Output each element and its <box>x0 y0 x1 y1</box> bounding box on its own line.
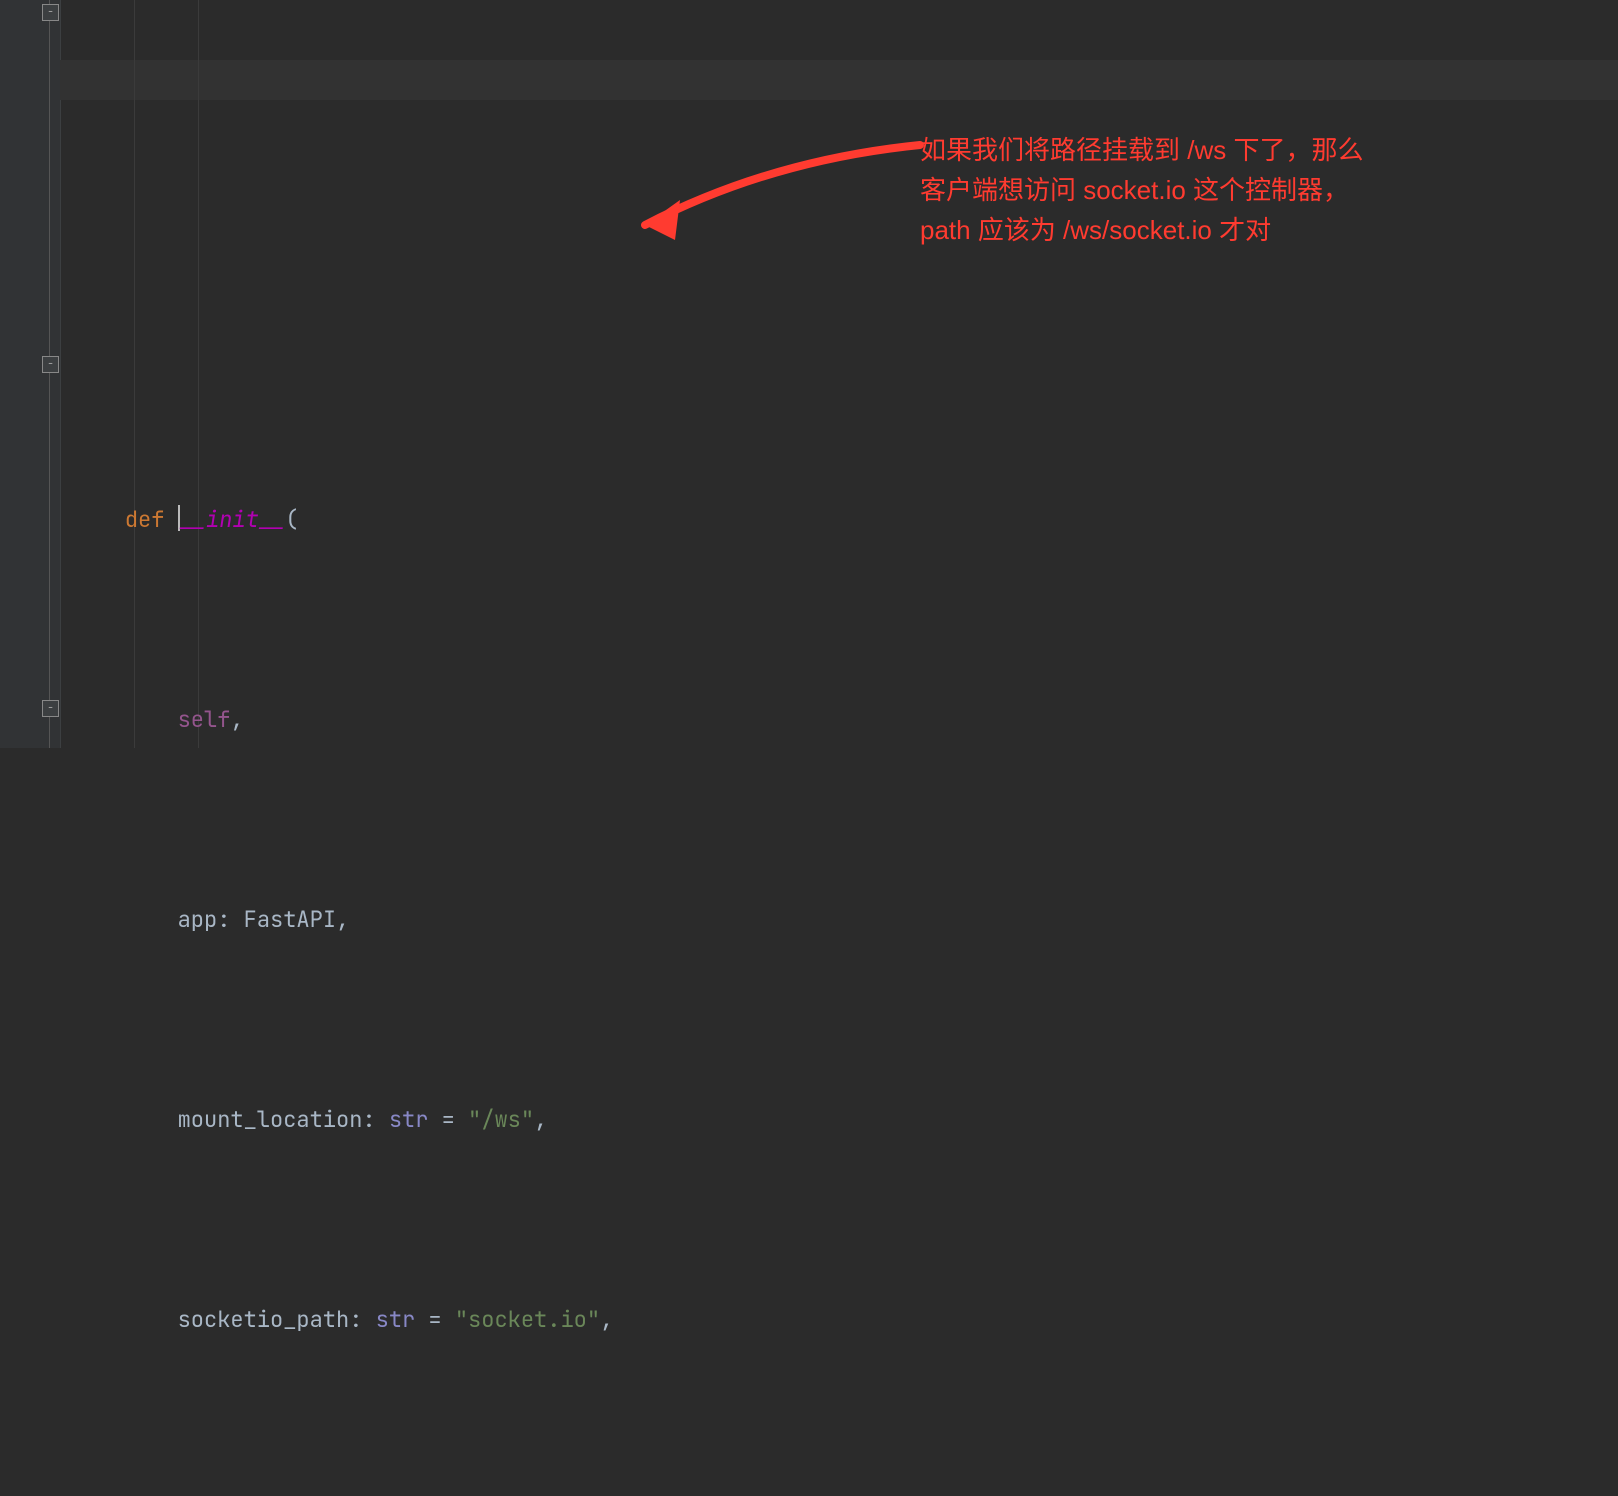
indent-guide <box>198 0 199 748</box>
annotation-text: 如果我们将路径挂载到 /ws 下了，那么 客户端想访问 socket.io 这个… <box>920 130 1363 250</box>
indent-guide <box>134 0 135 748</box>
fold-line <box>49 0 50 748</box>
code-line: mount_location: str = "/ws", <box>60 1100 1618 1140</box>
code-editor[interactable]: def __init__( self, app: FastAPI, mount_… <box>60 0 1618 748</box>
fold-icon[interactable]: − <box>42 700 59 717</box>
code-line: self, <box>60 700 1618 740</box>
fold-icon[interactable]: − <box>42 4 59 21</box>
fold-icon[interactable]: − <box>42 356 59 373</box>
code-line: app: FastAPI, <box>60 900 1618 940</box>
code-line <box>60 280 1618 320</box>
editor-gutter: − − − <box>0 0 61 748</box>
code-line: socketio_path: str = "socket.io", <box>60 1300 1618 1340</box>
code-line: def __init__( <box>60 500 1618 540</box>
current-line-highlight <box>60 60 1618 100</box>
